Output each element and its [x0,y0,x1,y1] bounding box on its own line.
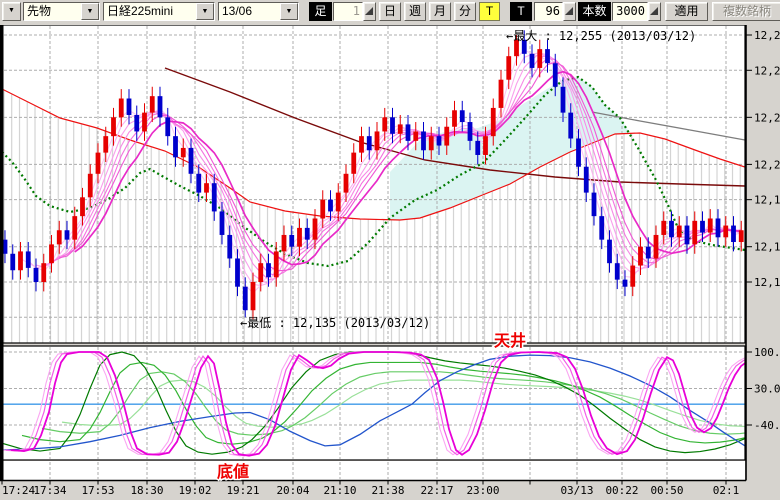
chevron-down-icon[interactable]: ▼ [280,3,298,20]
svg-text:17:53: 17:53 [81,484,114,497]
spinner-icon [565,7,573,15]
svg-text:12,220: 12,220 [754,111,780,124]
instrument-type-value: 先物 [24,3,81,20]
t-count-input[interactable]: 96 [534,2,563,21]
t-label: T [510,2,532,21]
bar-count-input[interactable]: 3000 [612,2,648,21]
t-count-value: 96 [535,3,562,20]
symbol-select[interactable]: 日経225mini ▼ [103,2,215,21]
svg-text:00:22: 00:22 [605,484,638,497]
ashi-label: 足 [309,2,332,21]
period-tick-button[interactable]: T [479,2,500,21]
svg-text:12,240: 12,240 [754,64,780,77]
annotation-bottom: 底値 [217,462,249,481]
bar-count-value: 3000 [613,3,647,20]
svg-text:20:04: 20:04 [276,484,309,497]
svg-text:23:00: 23:00 [466,484,499,497]
svg-text:100.00: 100.00 [754,346,780,359]
multi-symbol-button[interactable]: 複数銘柄 [712,2,780,21]
svg-text:12,185: 12,185 [754,194,780,207]
period-monthly-button[interactable]: 月 [429,2,451,21]
svg-text:02:1: 02:1 [713,484,740,497]
svg-text:-40.00: -40.00 [754,419,780,432]
svg-text:30.00: 30.00 [754,382,780,395]
symbol-value: 日経225mini [104,3,196,20]
svg-text:21:10: 21:10 [323,484,356,497]
svg-text:19:02: 19:02 [178,484,211,497]
spinner-icon [365,7,373,15]
instrument-type-select[interactable]: 先物 ▼ [23,2,100,21]
t-count-spin-button[interactable] [563,2,576,21]
svg-text:19:21: 19:21 [226,484,259,497]
apply-button[interactable]: 適用 [665,2,708,21]
chevron-down-icon: ▼ [8,7,15,14]
annotation-min: ←最低 : 12,135 (2013/03/12) [240,316,430,330]
svg-text:03/13: 03/13 [560,484,593,497]
svg-text:12,200: 12,200 [754,158,780,171]
contract-month-value: 13/06 [219,3,280,20]
svg-text:22:17: 22:17 [420,484,453,497]
period-minute-button[interactable]: 分 [454,2,476,21]
svg-text:17:34: 17:34 [33,484,66,497]
nav-dropdown-button[interactable]: ▼ [2,2,21,21]
annotation-max: ←最大 : 12,255 (2013/03/12) [506,29,696,43]
contract-month-select[interactable]: 13/06 ▼ [218,2,299,21]
svg-text:12,165: 12,165 [754,241,780,254]
svg-text:18:30: 18:30 [130,484,163,497]
svg-text:21:38: 21:38 [371,484,404,497]
honsu-label: 本数 [578,2,611,21]
trading-app-window: ▼ 先物 ▼ 日経225mini ▼ 13/06 ▼ 足 1 日 週 月 分 T… [0,0,780,500]
svg-text:00:50: 00:50 [650,484,683,497]
ashi-interval-input[interactable]: 1 [333,2,363,21]
period-daily-button[interactable]: 日 [379,2,401,21]
spinner-icon [650,7,658,15]
svg-text:17:24: 17:24 [2,484,35,497]
svg-text:12,255: 12,255 [754,29,780,42]
period-weekly-button[interactable]: 週 [404,2,426,21]
ashi-spin-button[interactable] [363,2,376,21]
chevron-down-icon[interactable]: ▼ [81,3,99,20]
ashi-interval-value: 1 [334,3,362,20]
chart-toolbar: ▼ 先物 ▼ 日経225mini ▼ 13/06 ▼ 足 1 日 週 月 分 T… [0,0,780,25]
bar-count-spin-button[interactable] [648,2,661,21]
annotation-ceiling: 天井 [494,331,526,350]
chevron-down-icon[interactable]: ▼ [196,3,214,20]
svg-text:12,150: 12,150 [754,276,780,289]
chart-area[interactable]: 12,255 12,240 12,220 12,200 12,185 12,165 12,1… [0,25,780,500]
